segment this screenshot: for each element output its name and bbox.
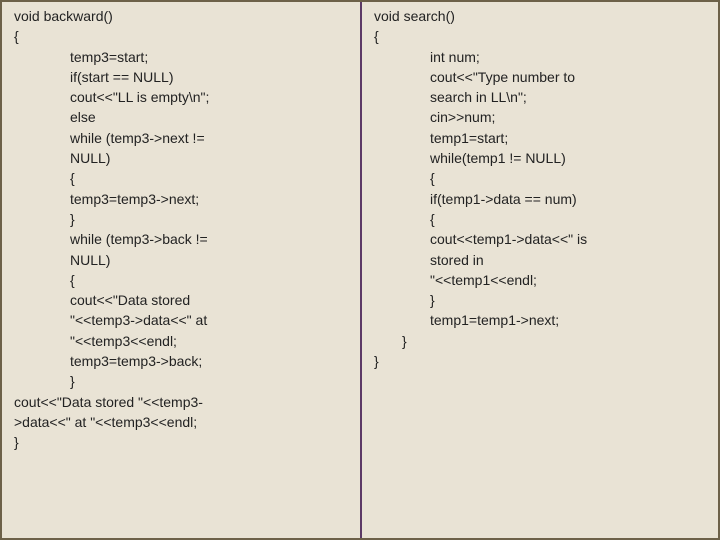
code-line: void backward()	[14, 8, 113, 24]
code-line: cin>>num;	[430, 107, 495, 127]
code-line: else	[70, 107, 96, 127]
frame-border-left	[0, 0, 2, 540]
code-line: {	[374, 28, 379, 44]
code-line: {	[430, 168, 435, 188]
code-line: }	[430, 290, 435, 310]
code-line: cout<<"Data stored "<<temp3->data<<" at …	[70, 290, 207, 351]
code-line: temp1=start;	[430, 128, 508, 148]
code-line: while (temp3->next != NULL)	[70, 128, 205, 169]
code-line: cout<<"Type number to search in LL\n";	[430, 67, 575, 108]
code-line: if(start == NULL)	[70, 67, 173, 87]
code-line: {	[70, 270, 75, 290]
code-line: void search()	[374, 8, 455, 24]
code-line: cout<<temp1->data<<" is stored in "<<tem…	[430, 229, 587, 290]
code-line: }	[70, 209, 75, 229]
code-line: temp3=start;	[70, 47, 148, 67]
code-line: }	[70, 371, 75, 391]
code-line: {	[14, 28, 19, 44]
code-right: void search() { int num; cout<<"Type num…	[374, 6, 710, 371]
code-line: }	[402, 331, 407, 351]
code-line: }	[374, 353, 379, 369]
column-divider	[360, 2, 362, 538]
code-line: }	[14, 434, 19, 450]
code-line: temp3=temp3->back;	[70, 351, 202, 371]
code-left: void backward() { temp3=start; if(start …	[14, 6, 350, 453]
code-line: while (temp3->back != NULL)	[70, 229, 208, 270]
code-line: cout<<"Data stored "<<temp3- >data<<" at…	[14, 394, 203, 430]
code-line: int num;	[430, 47, 480, 67]
code-line: temp1=temp1->next;	[430, 310, 559, 330]
code-line: temp3=temp3->next;	[70, 189, 199, 209]
code-line: if(temp1->data == num)	[430, 189, 577, 209]
right-column: void search() { int num; cout<<"Type num…	[360, 0, 720, 540]
code-line: while(temp1 != NULL)	[430, 148, 566, 168]
code-line: cout<<"LL is empty\n";	[70, 87, 209, 107]
left-column: void backward() { temp3=start; if(start …	[0, 0, 360, 540]
code-line: {	[70, 168, 75, 188]
code-line: {	[430, 209, 435, 229]
